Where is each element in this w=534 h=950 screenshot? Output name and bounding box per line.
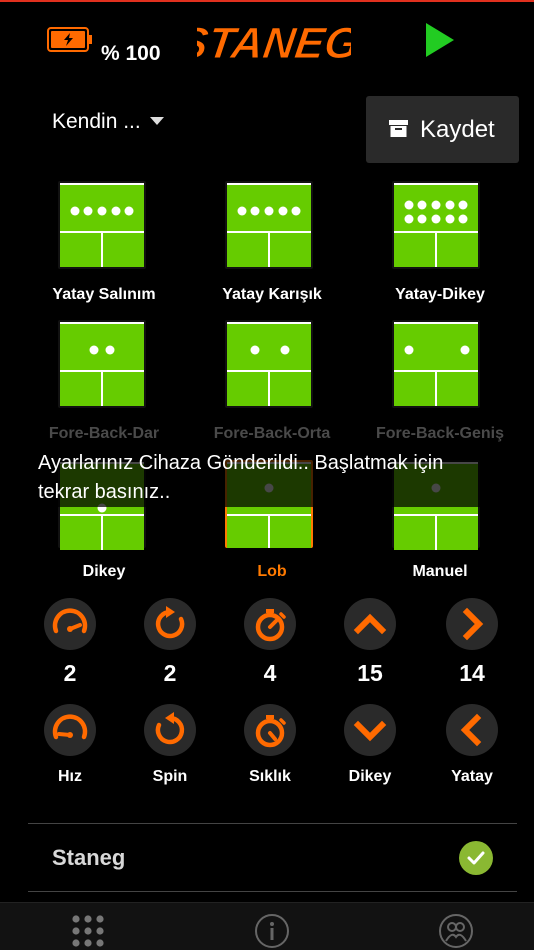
mode-tile-fore-back-dar[interactable] — [58, 320, 146, 408]
mode-label-yatay-salinim: Yatay Salınım — [52, 286, 156, 303]
mode-tile-yatay-salinim[interactable] — [58, 181, 146, 269]
divider-bottom — [28, 891, 517, 892]
chevron-right-icon — [462, 607, 484, 641]
frequency-label: Sıklık — [249, 768, 291, 785]
svg-text:STANEG: STANEG — [197, 19, 351, 68]
speedometer-down-icon — [52, 714, 88, 740]
mode-label-dikey: Dikey — [82, 563, 126, 580]
mode-label-fore-back-genis: Fore-Back-Geniş — [375, 425, 505, 442]
mode-tile-yatay-dikey[interactable] — [392, 181, 480, 269]
chevron-down-icon — [353, 720, 387, 742]
mode-label-lob: Lob — [257, 563, 287, 580]
vertical-increase-button[interactable] — [344, 598, 396, 650]
play-button[interactable] — [425, 22, 455, 58]
mode-label-fore-back-orta: Fore-Back-Orta — [213, 425, 331, 442]
frequency-value: 4 — [263, 660, 277, 686]
connected-check-icon — [459, 841, 493, 875]
frequency-increase-button[interactable] — [244, 598, 296, 650]
mode-tile-fore-back-genis[interactable] — [392, 320, 480, 408]
vertical-value: 15 — [357, 660, 383, 686]
spin-value: 2 — [163, 660, 177, 686]
speed-increase-button[interactable] — [44, 598, 96, 650]
staneg-logo: STANEG — [197, 19, 351, 69]
mode-label-yatay-karisik: Yatay Karışık — [222, 286, 322, 303]
speedometer-up-icon — [52, 608, 88, 634]
chevron-up-icon — [353, 613, 387, 635]
save-button[interactable]: Kaydet — [366, 96, 519, 163]
battery-icon — [47, 27, 92, 52]
stopwatch-up-icon — [255, 609, 286, 642]
caret-down-icon[interactable] — [150, 117, 164, 125]
divider-top — [28, 823, 517, 824]
speed-label: Hız — [58, 768, 82, 785]
spin-decrease-button[interactable] — [144, 704, 196, 756]
mode-label-fore-back-dar: Fore-Back-Dar — [48, 425, 160, 442]
horizontal-decrease-button[interactable] — [446, 704, 498, 756]
spin-increase-button[interactable] — [144, 598, 196, 650]
grid-icon[interactable] — [70, 913, 106, 949]
mode-tile-yatay-karisik[interactable] — [225, 181, 313, 269]
vertical-decrease-button[interactable] — [344, 704, 396, 756]
horizontal-increase-button[interactable] — [446, 598, 498, 650]
tab-bar — [0, 902, 534, 950]
rotate-cw-icon — [155, 606, 185, 639]
battery-percentage: % 100 — [101, 42, 161, 65]
mode-label-manuel: Manuel — [412, 563, 468, 580]
archive-icon — [389, 120, 408, 137]
horizontal-value: 14 — [459, 660, 485, 686]
rotate-ccw-icon — [155, 712, 185, 745]
horizontal-label: Yatay — [451, 768, 493, 785]
info-icon[interactable] — [254, 913, 290, 949]
speed-decrease-button[interactable] — [44, 704, 96, 756]
top-accent-line — [0, 0, 534, 2]
mode-tile-fore-back-orta[interactable] — [225, 320, 313, 408]
device-name[interactable]: Staneg — [52, 845, 125, 871]
chevron-left-icon — [460, 713, 482, 747]
frequency-decrease-button[interactable] — [244, 704, 296, 756]
profile-selector[interactable]: Kendin ... — [52, 110, 141, 134]
spin-label: Spin — [152, 768, 188, 785]
vertical-label: Dikey — [348, 768, 392, 785]
save-button-label: Kaydet — [420, 116, 495, 143]
users-icon[interactable] — [438, 913, 474, 949]
stopwatch-down-icon — [255, 715, 286, 748]
speed-value: 2 — [63, 660, 77, 686]
mode-label-yatay-dikey: Yatay-Dikey — [395, 286, 485, 303]
status-toast: Ayarlarınız Cihaza Gönderildi.. Başlatma… — [34, 449, 504, 507]
